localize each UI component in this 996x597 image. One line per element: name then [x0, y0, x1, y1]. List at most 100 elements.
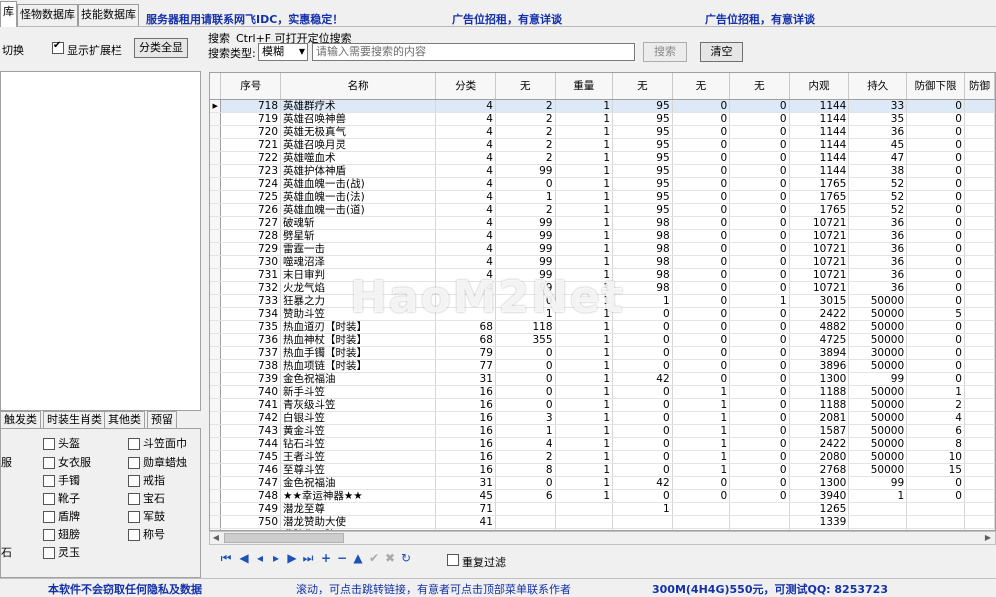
table-cell[interactable]: 99 [495, 216, 556, 230]
table-cell[interactable]: 热血道刃【时装】 [280, 320, 437, 334]
row-indicator[interactable] [210, 515, 222, 529]
table-cell[interactable]: 1300 [789, 372, 850, 386]
check-boots[interactable]: 靴子 [43, 490, 80, 506]
table-row[interactable]: 723 英雄护体神盾 4 99 1 95 0 0 1144 38 0 [210, 164, 995, 178]
table-cell[interactable]: 0 [906, 216, 965, 230]
table-cell[interactable]: 1 [555, 99, 614, 113]
table-cell[interactable]: 0 [672, 216, 731, 230]
table-cell[interactable]: 0 [729, 489, 790, 503]
table-cell[interactable]: 1144 [789, 138, 850, 152]
table-cell[interactable]: 2 [495, 99, 556, 113]
table-cell[interactable] [964, 190, 995, 204]
table-cell[interactable]: 0 [672, 164, 731, 178]
table-cell[interactable] [495, 502, 556, 516]
table-cell[interactable]: 31 [435, 476, 496, 490]
table-cell[interactable]: 0 [612, 333, 673, 347]
table-cell[interactable]: 722 [220, 151, 282, 165]
table-cell[interactable]: 0 [672, 229, 731, 243]
table-cell[interactable]: 1188 [789, 385, 850, 399]
table-cell[interactable]: 50000 [848, 437, 908, 451]
table-cell[interactable]: 0 [729, 333, 790, 347]
row-indicator[interactable] [210, 359, 222, 373]
table-cell[interactable]: 英雄无极真气 [280, 125, 437, 139]
table-row[interactable]: 724 英雄血魄一击(战) 4 0 1 95 0 0 1765 52 0 [210, 177, 995, 191]
table-cell[interactable]: 118 [495, 320, 556, 334]
table-cell[interactable]: 1765 [789, 190, 850, 204]
table-cell[interactable]: 0 [612, 463, 673, 477]
table-row[interactable]: 720 英雄无极真气 4 2 1 95 0 0 1144 36 0 [210, 125, 995, 139]
table-cell[interactable]: 1 [672, 385, 731, 399]
table-cell[interactable]: 2 [906, 398, 965, 412]
table-cell[interactable]: 0 [729, 281, 790, 295]
category-all-button[interactable]: 分类全显 [134, 38, 188, 58]
table-row[interactable]: 747 金色祝福油 31 0 1 42 0 0 1300 99 0 [210, 476, 995, 490]
table-cell[interactable]: 723 [220, 164, 282, 178]
table-cell[interactable]: 10 [906, 450, 965, 464]
table-cell[interactable]: 赞助斗笠 [280, 307, 437, 321]
table-cell[interactable]: 0 [729, 203, 790, 217]
row-indicator[interactable] [210, 216, 222, 230]
table-cell[interactable]: 1 [555, 112, 614, 126]
table-cell[interactable]: 52 [848, 190, 908, 204]
table-cell[interactable]: 1 [555, 385, 614, 399]
table-cell[interactable]: 1587 [789, 424, 850, 438]
checkbox[interactable] [128, 529, 140, 541]
table-cell[interactable] [964, 320, 995, 334]
table-row[interactable]: 719 英雄召唤神兽 4 2 1 95 0 0 1144 35 0 [210, 112, 995, 126]
table-cell[interactable]: 1 [555, 281, 614, 295]
table-cell[interactable]: 50000 [848, 307, 908, 321]
table-row[interactable]: ▶ 718 英雄群疗术 4 2 1 95 0 0 1144 33 0 [210, 99, 995, 113]
table-cell[interactable]: 热血项链【时装】 [280, 359, 437, 373]
table-cell[interactable]: 白银斗笠 [280, 411, 437, 425]
table-cell[interactable]: 95 [612, 151, 673, 165]
table-cell[interactable]: 721 [220, 138, 282, 152]
table-cell[interactable]: 0 [495, 294, 556, 308]
column-header[interactable]: 持久 [848, 73, 908, 100]
table-cell[interactable]: 99 [495, 281, 556, 295]
table-cell[interactable]: 0 [612, 320, 673, 334]
table-cell[interactable]: 45 [848, 138, 908, 152]
table-cell[interactable]: 731 [220, 268, 282, 282]
table-cell[interactable]: 99 [495, 242, 556, 256]
table-cell[interactable]: 749 [220, 502, 282, 516]
table-cell[interactable]: 4 [435, 268, 496, 282]
table-cell[interactable]: 0 [906, 346, 965, 360]
table-cell[interactable]: 0 [495, 398, 556, 412]
table-cell[interactable]: 0 [729, 450, 790, 464]
table-cell[interactable]: 1 [672, 398, 731, 412]
table-cell[interactable]: 16 [435, 398, 496, 412]
table-row[interactable]: 729 雷霆一击 4 99 1 98 0 0 10721 36 0 [210, 242, 995, 256]
table-cell[interactable]: 0 [729, 164, 790, 178]
table-cell[interactable] [729, 502, 790, 516]
row-indicator[interactable] [210, 320, 222, 334]
table-cell[interactable]: 95 [612, 99, 673, 113]
table-cell[interactable] [848, 515, 908, 529]
table-cell[interactable]: 0 [672, 320, 731, 334]
checkbox[interactable] [128, 511, 140, 523]
tab-trigger[interactable]: 触发类 [0, 411, 41, 429]
column-header[interactable]: 序号 [220, 73, 282, 100]
table-cell[interactable]: 0 [672, 294, 731, 308]
table-cell[interactable]: 0 [672, 125, 731, 139]
table-cell[interactable]: 1 [555, 294, 614, 308]
table-cell[interactable]: 4 [435, 151, 496, 165]
table-cell[interactable]: 4 [435, 177, 496, 191]
row-indicator[interactable] [210, 255, 222, 269]
table-row[interactable]: 748 ★★幸运神器★★ 45 6 1 0 0 0 3940 1 0 [210, 489, 995, 503]
column-header[interactable]: 无 [612, 73, 673, 100]
table-cell[interactable]: 4 [435, 255, 496, 269]
table-cell[interactable]: 0 [906, 320, 965, 334]
table-cell[interactable]: 0 [729, 398, 790, 412]
table-cell[interactable]: 1 [555, 229, 614, 243]
table-cell[interactable]: 52 [848, 203, 908, 217]
table-cell[interactable]: 0 [612, 359, 673, 373]
table-cell[interactable] [964, 463, 995, 477]
table-cell[interactable] [964, 359, 995, 373]
table-cell[interactable]: 42 [612, 476, 673, 490]
table-cell[interactable]: 金色祝福油 [280, 476, 437, 490]
row-indicator[interactable] [210, 333, 222, 347]
table-cell[interactable]: 99 [495, 255, 556, 269]
cancel-icon[interactable]: ✖ [383, 551, 397, 565]
table-cell[interactable]: 732 [220, 281, 282, 295]
table-cell[interactable]: 4 [435, 203, 496, 217]
